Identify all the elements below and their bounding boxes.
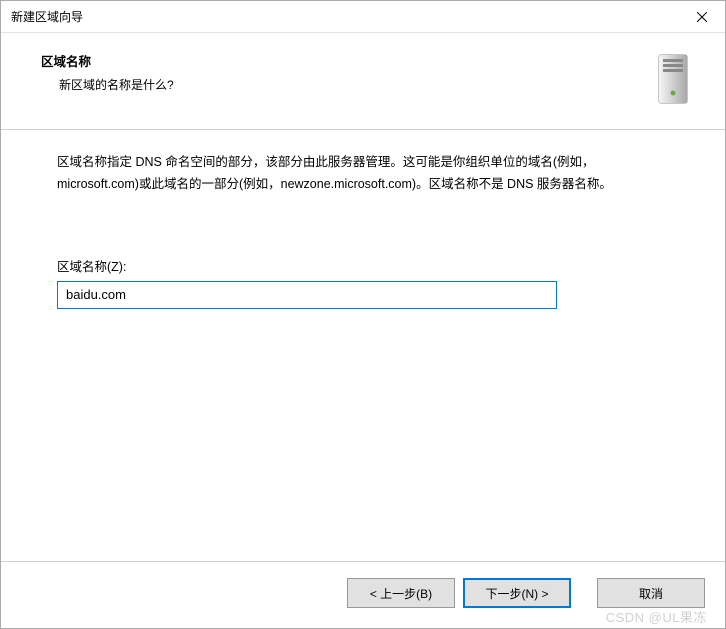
page-subtitle: 新区域的名称是什么? [41,76,639,93]
wizard-window: 新建区域向导 区域名称 新区域的名称是什么? [0,0,726,629]
header-text: 区域名称 新区域的名称是什么? [41,51,639,93]
server-icon [649,51,697,107]
titlebar: 新建区域向导 [1,1,725,33]
zone-name-input[interactable] [57,281,557,309]
wizard-content: 区域名称指定 DNS 命名空间的部分，该部分由此服务器管理。这可能是你组织单位的… [1,130,725,561]
wizard-header: 区域名称 新区域的名称是什么? [1,33,725,129]
window-title: 新建区域向导 [11,8,83,25]
input-section: 区域名称(Z): [57,256,669,309]
watermark: CSDN @UL果冻 [606,607,707,626]
close-button[interactable] [679,1,725,33]
close-icon [697,12,707,22]
wizard-footer: < 上一步(B) 下一步(N) > 取消 CSDN @UL果冻 [1,561,725,628]
cancel-button[interactable]: 取消 [597,578,705,608]
next-button[interactable]: 下一步(N) > [463,578,571,608]
back-button[interactable]: < 上一步(B) [347,578,455,608]
page-title: 区域名称 [41,51,639,70]
zone-name-label: 区域名称(Z): [57,256,669,275]
description-text: 区域名称指定 DNS 命名空间的部分，该部分由此服务器管理。这可能是你组织单位的… [57,152,669,196]
